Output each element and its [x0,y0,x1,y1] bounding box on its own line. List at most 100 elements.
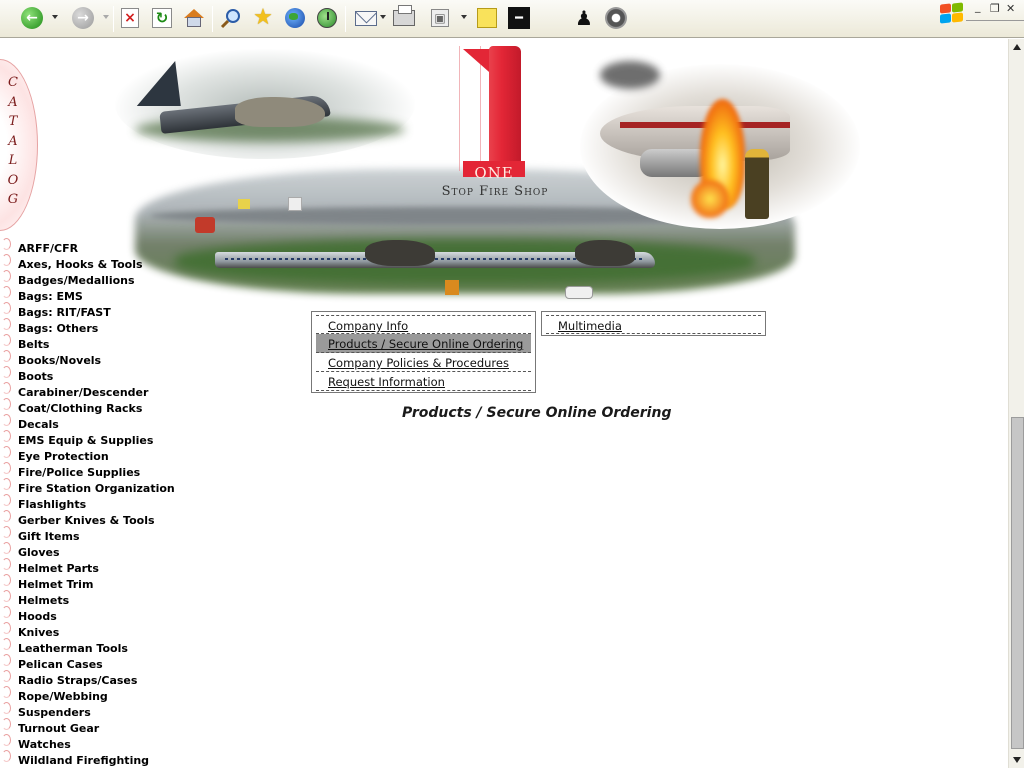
bullet-ring-icon [2,542,11,554]
size-dropdown-icon[interactable] [461,15,467,19]
bullet-ring-icon [2,414,11,426]
menu-item-products: Products / Secure Online Ordering [316,334,531,353]
catalog-item: ARFF/CFR [0,237,180,255]
catalog-link[interactable]: Wildland Firefighting [18,754,149,767]
bullet-ring-icon [2,734,11,746]
bullet-ring-icon [2,302,11,314]
bullet-ring-icon [2,270,11,282]
bullet-ring-icon [2,590,11,602]
menu-link[interactable]: Request Information [328,375,445,389]
favorites-button[interactable]: ★ [250,5,276,31]
catalog-item: Radio Straps/Cases [0,669,180,687]
bullet-ring-icon [2,654,11,666]
bullet-ring-icon [2,430,11,442]
history-icon [317,8,337,28]
menu-link[interactable]: Company Info [328,319,408,333]
scroll-thumb[interactable] [1011,417,1024,749]
settings-button[interactable] [603,5,629,31]
bullet-ring-icon [2,702,11,714]
firefighter-figure [745,149,769,219]
bullet-ring-icon [2,462,11,474]
catalog-letter: O [7,172,19,188]
bullet-ring-icon [2,334,11,346]
catalog-item: Helmets [0,589,180,607]
bullet-ring-icon [2,382,11,394]
back-button[interactable]: ← [19,5,45,31]
forward-button[interactable]: → [70,5,96,31]
vehicle-shape [445,280,459,295]
bullet-ring-icon [2,398,11,410]
catalog-item: Bags: EMS [0,285,180,303]
toolbar-separator [345,6,346,32]
bullet-ring-icon [2,638,11,650]
bullet-ring-icon [2,574,11,586]
sticky-note-icon [477,8,497,28]
bullet-ring-icon [2,494,11,506]
bullet-ring-icon [2,750,11,762]
star-icon: ★ [253,5,273,30]
print-button[interactable] [391,5,417,31]
refresh-button[interactable]: ↻ [149,5,175,31]
mail-icon [355,10,377,26]
window-frame-line [966,20,1024,21]
vertical-scrollbar[interactable] [1008,39,1024,768]
catalog-item: EMS Equip & Supplies [0,429,180,447]
search-icon [220,9,240,29]
catalog-item: Turnout Gear [0,717,180,735]
scroll-up-icon[interactable] [1013,44,1021,50]
menu-item-policies: Company Policies & Procedures [316,353,531,372]
messenger-button[interactable]: ♟ [571,5,597,31]
history-button[interactable] [314,5,340,31]
catalog-item: Axes, Hooks & Tools [0,253,180,271]
mail-button[interactable] [353,5,379,31]
broken-airliner-wreck [215,240,655,272]
bullet-ring-icon [2,510,11,522]
menu-link[interactable]: Multimedia [558,319,622,333]
page-title: Products / Secure Online Ordering [402,405,672,421]
mail-dropdown-icon[interactable] [380,15,386,19]
catalog-item: Rope/Webbing [0,685,180,703]
size-button[interactable]: ▣ [427,5,453,31]
catalog-item: Helmet Trim [0,573,180,591]
vehicle-shape [238,199,250,209]
catalog-arc-decoration [0,59,38,231]
bullet-ring-icon [2,238,11,250]
minimize-button[interactable]: _ [975,0,981,13]
bullet-ring-icon [2,526,11,538]
media-button[interactable] [282,5,308,31]
stop-button[interactable]: × [117,5,143,31]
restore-button[interactable]: ❐ [990,2,1000,15]
scroll-down-icon[interactable] [1013,757,1021,763]
search-button[interactable] [218,5,244,31]
back-dropdown-icon[interactable] [52,15,58,19]
catalog-letter: G [7,192,19,207]
bullet-ring-icon [2,350,11,362]
catalog-letter: T [8,114,18,129]
home-button[interactable] [181,5,207,31]
catalog-item: Gift Items [0,525,180,543]
smoke-shape [600,61,660,89]
web-page: C A T A L O G ONE Stop Fire Shop ARFF/CF… [0,39,1008,768]
catalog-item: Fire Station Organization [0,477,180,495]
home-icon [184,9,204,27]
catalog-item: Gloves [0,541,180,559]
catalog-item: Knives [0,621,180,639]
close-button[interactable]: ✕ [1006,2,1015,15]
bullet-ring-icon [2,286,11,298]
windows-logo-icon [938,2,965,24]
tool-button[interactable]: ━ [506,5,532,31]
catalog-item: Flashlights [0,493,180,511]
menu-link[interactable]: Products / Secure Online Ordering [328,337,523,351]
catalog-item: Eye Protection [0,445,180,463]
catalog-letter: C [8,75,18,90]
notes-button[interactable] [474,5,500,31]
catalog-item: Helmet Parts [0,557,180,575]
fire-truck-shape [195,217,215,233]
bullet-ring-icon [2,558,11,570]
forward-dropdown-icon[interactable] [103,15,109,19]
catalog-item: Carabiner/Descender [0,381,180,399]
menu-link[interactable]: Company Policies & Procedures [328,356,509,370]
one-stop-logo [455,41,535,177]
refresh-icon: ↻ [152,8,172,28]
bullet-ring-icon [2,718,11,730]
